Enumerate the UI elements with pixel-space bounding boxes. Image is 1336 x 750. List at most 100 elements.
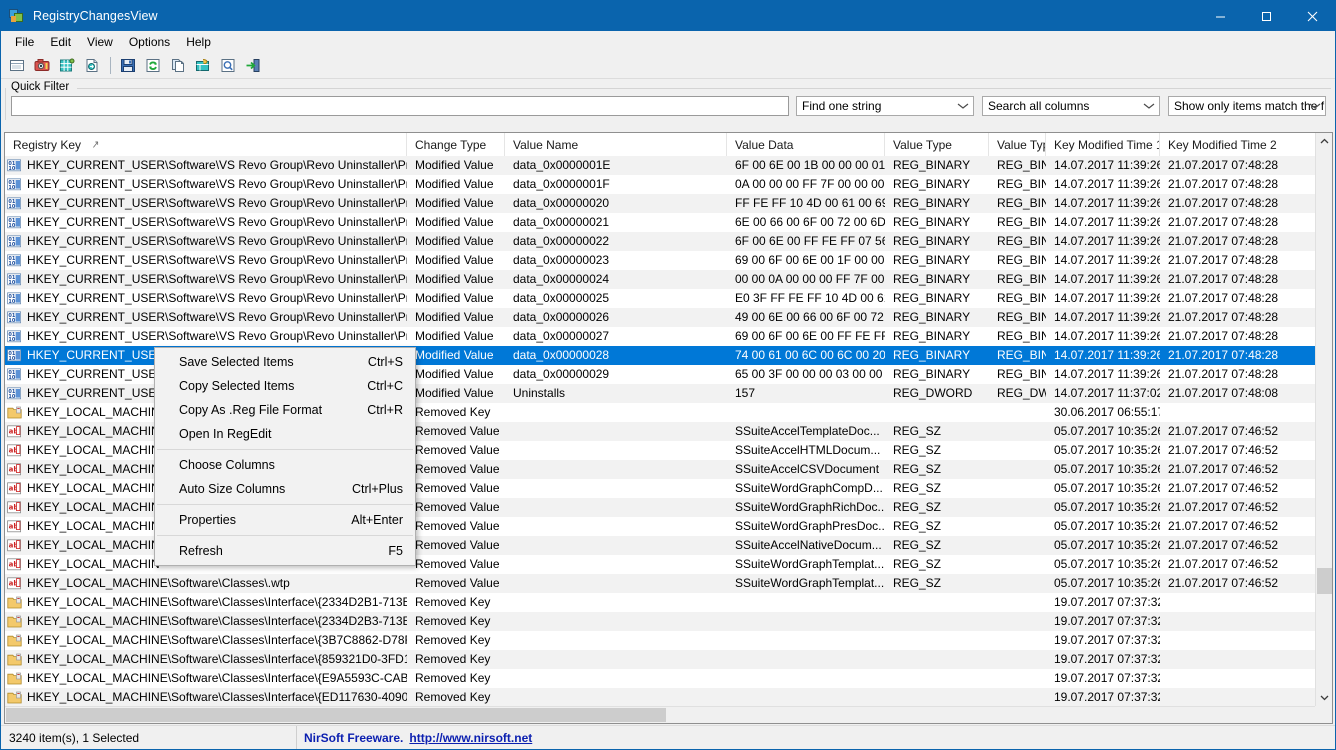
ctx-copy-as-reg-file-format[interactable]: Copy As .Reg File Format Ctrl+R (155, 398, 415, 422)
nirsoft-link[interactable]: http://www.nirsoft.net (409, 731, 532, 745)
column-header-value-type-c[interactable]: Value Type C... (989, 133, 1046, 156)
cell-value-type: REG_BINARY (893, 291, 971, 305)
context-menu-separator (157, 535, 413, 536)
menu-edit[interactable]: Edit (42, 32, 79, 52)
registry-key-text: HKEY_LOCAL_MACHINE\Software\Classes\Inte… (27, 652, 407, 666)
cell-key-modified-time-2: 21.07.2017 07:48:28 (1168, 177, 1279, 191)
ctx-choose-columns[interactable]: Choose Columns (155, 453, 415, 477)
status-bar: 3240 item(s), 1 Selected NirSoft Freewar… (1, 725, 1335, 749)
column-header-value-data[interactable]: Value Data (727, 133, 885, 156)
cell-value-data: 0A 00 00 00 FF 7F 00 00 00 ... (735, 177, 885, 191)
column-header-value-type[interactable]: Value Type (885, 133, 989, 156)
save-icon[interactable] (116, 55, 140, 77)
table-row[interactable]: HKEY_LOCAL_MACHINE\Software\Classes\Inte… (5, 669, 1332, 688)
quick-filter-input[interactable] (11, 96, 789, 116)
column-header-label: Registry Key (13, 137, 82, 152)
minimize-button[interactable] (1197, 1, 1243, 31)
table-row[interactable]: 01 10 HKEY_CURRENT_USER\Software\VS Revo G… (5, 308, 1332, 327)
cell-change-type: Modified Value (415, 196, 494, 210)
ctx-refresh[interactable]: Refresh F5 (155, 539, 415, 563)
table-row[interactable]: 01 10 HKEY_CURRENT_USER\Software\VS Revo G… (5, 327, 1332, 346)
context-menu[interactable]: Save Selected Items Ctrl+S Copy Selected I… (154, 347, 416, 566)
ctx-copy-selected-items[interactable]: Copy Selected Items Ctrl+C (155, 374, 415, 398)
snapshot-camera-icon[interactable] (30, 55, 54, 77)
table-row[interactable]: 01 10 HKEY_CURRENT_USER\Software\VS Revo G… (5, 251, 1332, 270)
table-row[interactable]: 01 10 HKEY_CURRENT_USER\Software\VS Revo G… (5, 232, 1332, 251)
cell-value-data: SSuiteWordGraphTemplat... (735, 557, 885, 571)
table-row[interactable]: HKEY_LOCAL_MACHINE\Software\Classes\Inte… (5, 612, 1332, 631)
ctx-save-selected-items[interactable]: Save Selected Items Ctrl+S (155, 350, 415, 374)
column-header-value-name[interactable]: Value Name (505, 133, 727, 156)
table-row[interactable]: 01 10 HKEY_CURRENT_USER\Software\VS Revo G… (5, 156, 1332, 175)
window-title: RegistryChangesView (33, 9, 158, 23)
cell-key-modified-time-1: 14.07.2017 11:39:26 (1054, 348, 1160, 362)
column-header-registry-key[interactable]: Registry Key ↗ (5, 133, 407, 156)
context-menu-item-shortcut: F5 (388, 544, 403, 558)
cell-value-type-c: REG_BINARY (997, 215, 1046, 229)
horizontal-scroll-thumb[interactable] (6, 708, 666, 722)
ctx-properties[interactable]: Properties Alt+Enter (155, 508, 415, 532)
cell-key-modified-time-1: 05.07.2017 10:35:26 (1054, 424, 1160, 438)
cell-value-type: REG_BINARY (893, 158, 971, 172)
cell-change-type: Modified Value (415, 253, 494, 267)
context-menu-item-shortcut: Ctrl+S (367, 355, 403, 369)
menu-view[interactable]: View (79, 32, 121, 52)
table-row[interactable]: HKEY_LOCAL_MACHINE\Software\Classes\Inte… (5, 650, 1332, 669)
compare-grid-icon[interactable] (55, 55, 79, 77)
find-icon[interactable] (216, 55, 240, 77)
menu-file[interactable]: File (7, 32, 42, 52)
cell-key-modified-time-1: 14.07.2017 11:39:26 (1054, 177, 1160, 191)
column-header-key-modified-time-1[interactable]: Key Modified Time 1 (1046, 133, 1160, 156)
table-row[interactable]: 01 10 HKEY_CURRENT_USER\Software\VS Revo G… (5, 270, 1332, 289)
cell-value-type (885, 612, 989, 631)
cell-change-type: Modified Value (415, 348, 494, 362)
column-header-change-type[interactable]: Change Type (407, 133, 505, 156)
table-row[interactable]: HKEY_LOCAL_MACHINE\Software\Classes\Inte… (5, 688, 1332, 707)
table-row[interactable]: 01 10 HKEY_CURRENT_USER\Software\VS Revo G… (5, 289, 1332, 308)
cell-value-name (505, 593, 727, 612)
registry-key-text: HKEY_LOCAL_MACHIN (27, 405, 160, 419)
table-row[interactable]: HKEY_LOCAL_MACHINE\Software\Classes\Inte… (5, 593, 1332, 612)
table-row[interactable]: 01 10 HKEY_CURRENT_USER\Software\VS Revo G… (5, 175, 1332, 194)
cell-value-type: REG_BINARY (893, 196, 971, 210)
context-menu-item-label: Open In RegEdit (179, 427, 272, 441)
refresh-icon[interactable] (141, 55, 165, 77)
table-row[interactable]: 01 10 HKEY_CURRENT_USER\Software\VS Revo G… (5, 194, 1332, 213)
column-header-key-modified-time-2[interactable]: Key Modified Time 2 (1160, 133, 1320, 156)
cell-change-type: Removed Key (415, 633, 491, 647)
registry-key-cell: 01 10 HKEY_CURRENT_USER\Software\VS Revo G… (5, 232, 407, 251)
new-window-icon[interactable] (5, 55, 29, 77)
cell-change-type: Removed Value (415, 557, 500, 571)
scroll-down-arrow-icon[interactable] (1316, 689, 1332, 706)
cell-value-type-c: REG_BINARY (997, 196, 1046, 210)
scroll-up-arrow-icon[interactable] (1316, 133, 1332, 150)
properties-icon[interactable] (191, 55, 215, 77)
menu-options[interactable]: Options (121, 32, 178, 52)
find-mode-combobox[interactable]: Find one string (796, 96, 974, 116)
cell-value-data: 49 00 6E 00 66 00 6F 00 72 ... (735, 310, 885, 324)
vertical-scrollbar[interactable] (1315, 133, 1332, 706)
cell-value-name: data_0x00000023 (513, 253, 610, 267)
table-row[interactable]: HKEY_LOCAL_MACHINE\Software\Classes\Inte… (5, 631, 1332, 650)
cell-change-type: Removed Value (415, 576, 500, 590)
copy-icon[interactable] (166, 55, 190, 77)
maximize-button[interactable] (1243, 1, 1289, 31)
table-row[interactable]: 01 10 HKEY_CURRENT_USER\Software\VS Revo G… (5, 213, 1332, 232)
export-file-icon[interactable] (80, 55, 104, 77)
cell-value-type-c: REG_BINARY (997, 348, 1046, 362)
horizontal-scrollbar[interactable] (5, 706, 1315, 723)
cell-value-type: REG_BINARY (893, 329, 971, 343)
ctx-auto-size-columns[interactable]: Auto Size Columns Ctrl+Plus (155, 477, 415, 501)
vertical-scroll-thumb[interactable] (1317, 568, 1332, 594)
registry-key-cell: 01 10 HKEY_CURRENT_USER\Software\VS Revo G… (5, 175, 407, 194)
close-button[interactable] (1289, 1, 1335, 31)
cell-change-type: Removed Key (415, 690, 491, 704)
search-columns-combobox[interactable]: Search all columns (982, 96, 1160, 116)
table-row[interactable]: ab HKEY_LOCAL_MACHINE\Software\Classes\.w… (5, 574, 1332, 593)
cell-change-type: Modified Value (415, 329, 494, 343)
exit-icon[interactable] (241, 55, 265, 77)
menu-help[interactable]: Help (178, 32, 219, 52)
cell-key-modified-time-2 (1160, 593, 1320, 612)
ctx-open-in-regedit[interactable]: Open In RegEdit (155, 422, 415, 446)
filter-mode-combobox[interactable]: Show only items match the f (1168, 96, 1326, 116)
